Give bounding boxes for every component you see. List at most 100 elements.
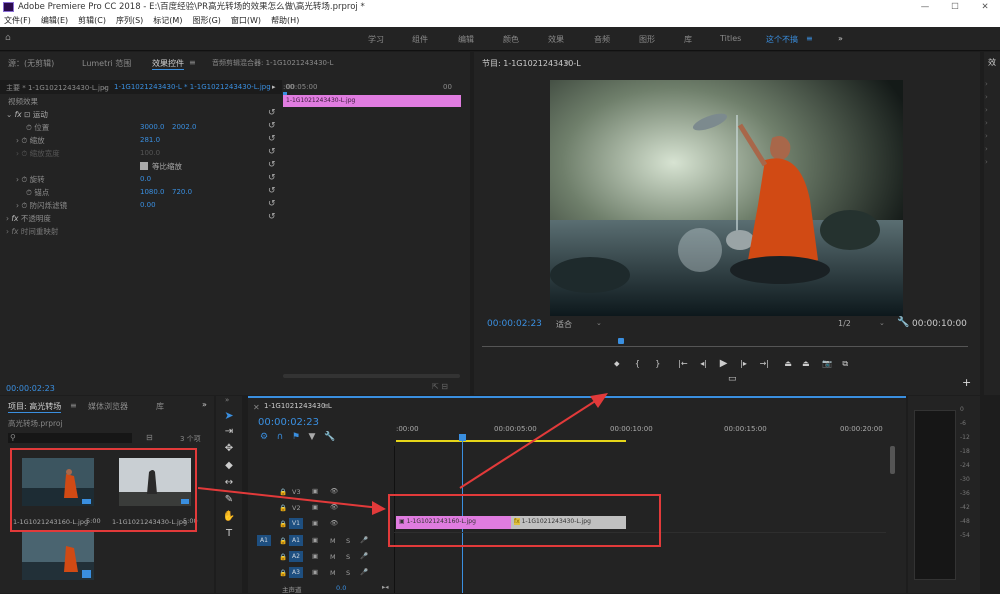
reset-icon[interactable]: ↺ bbox=[268, 173, 276, 183]
tab-source[interactable]: 源：(无剪辑) bbox=[8, 58, 54, 69]
slip-tool-icon[interactable]: ↔ bbox=[221, 477, 237, 491]
lock-icon[interactable]: 🔒 bbox=[279, 569, 287, 577]
ws-graphics[interactable]: 图形 bbox=[639, 34, 655, 45]
step-back-icon[interactable]: ◂| bbox=[700, 359, 707, 368]
effect-controls-timecode[interactable]: 00:00:02:23 bbox=[6, 384, 55, 393]
mic-icon[interactable]: 🎤 bbox=[360, 552, 368, 560]
solo-button[interactable]: S bbox=[346, 569, 350, 577]
anchor-x-value[interactable]: 1080.0 bbox=[140, 188, 165, 196]
track-label-v2[interactable]: V2 bbox=[292, 504, 301, 512]
new-bin-icon[interactable]: ⊟ bbox=[146, 433, 153, 442]
ws-more-chevron[interactable]: » bbox=[838, 34, 843, 43]
mic-icon[interactable]: 🎤 bbox=[360, 568, 368, 576]
program-menu-icon[interactable]: ≡ bbox=[564, 58, 571, 67]
tab-effect-controls[interactable]: 效果控件 bbox=[152, 58, 184, 70]
sync-lock-icon[interactable]: ▣ bbox=[312, 568, 318, 576]
project-thumbnail[interactable] bbox=[22, 532, 94, 580]
nest-icon[interactable]: ⚙ bbox=[260, 432, 268, 442]
solo-button[interactable]: S bbox=[346, 537, 350, 545]
minimize-button[interactable]: — bbox=[910, 0, 940, 14]
program-scrub-bar[interactable] bbox=[482, 346, 968, 347]
eye-icon[interactable]: 👁 bbox=[330, 519, 338, 527]
sync-lock-icon[interactable]: ▣ bbox=[312, 487, 318, 495]
reset-icon[interactable]: ↺ bbox=[268, 121, 276, 131]
ws-effects[interactable]: 效果 bbox=[548, 34, 564, 45]
track-label-a2[interactable]: A2 bbox=[289, 551, 303, 562]
sync-lock-icon[interactable]: ▣ bbox=[312, 536, 318, 544]
position-x-value[interactable]: 3000.0 bbox=[140, 123, 165, 131]
antiflicker-value[interactable]: 0.00 bbox=[140, 201, 156, 209]
tab-lumetri-scopes[interactable]: Lumetri 范围 bbox=[82, 58, 131, 69]
track-label-a3[interactable]: A3 bbox=[289, 567, 303, 578]
fit-dropdown[interactable]: 适合 bbox=[556, 319, 572, 330]
quality-chevron-icon[interactable]: ⌄ bbox=[879, 319, 885, 327]
timeline-vscroll[interactable] bbox=[890, 446, 895, 474]
wrench-icon[interactable]: 🔧 bbox=[324, 432, 335, 442]
export-icon[interactable]: ⇱ ⊟ bbox=[432, 382, 448, 391]
menu-window[interactable]: 窗口(W) bbox=[231, 14, 261, 27]
source-patch-a1[interactable]: A1 bbox=[257, 535, 271, 546]
go-to-end-icon[interactable]: ▸◂ bbox=[382, 583, 389, 591]
selection-tool-icon[interactable]: ➤ bbox=[221, 409, 237, 423]
go-to-in-icon[interactable]: |← bbox=[678, 359, 687, 368]
pen-tool-icon[interactable]: ✎ bbox=[221, 494, 237, 508]
mini-clip-bar[interactable]: 1-1G1021243430-L.jpg bbox=[283, 95, 461, 107]
extract-icon[interactable]: ⏏ bbox=[802, 359, 810, 368]
opacity-row[interactable]: › fx 不透明度 bbox=[6, 212, 51, 225]
ws-titles[interactable]: Titles bbox=[720, 34, 741, 43]
scale-value[interactable]: 281.0 bbox=[140, 136, 160, 144]
tab-libraries[interactable]: 库 bbox=[156, 401, 164, 412]
reset-icon[interactable]: ↺ bbox=[268, 134, 276, 144]
home-icon[interactable]: ⌂ bbox=[5, 33, 11, 43]
lock-icon[interactable]: 🔒 bbox=[279, 488, 287, 496]
go-to-out-icon[interactable]: →| bbox=[760, 359, 769, 368]
project-search-input[interactable] bbox=[8, 433, 132, 443]
ws-custom[interactable]: 这个不搞 bbox=[766, 34, 798, 45]
timeline-tab[interactable]: 1-1G1021243430-L bbox=[264, 402, 332, 410]
track-label-a1[interactable]: A1 bbox=[289, 535, 303, 546]
ws-libraries[interactable]: 库 bbox=[684, 34, 692, 45]
motion-row[interactable]: ⌄ fx ⊡ 运动 bbox=[6, 108, 48, 121]
reset-icon[interactable]: ↺ bbox=[268, 199, 276, 209]
timeline-menu-icon[interactable]: ≡ bbox=[323, 402, 329, 410]
ws-audio[interactable]: 音频 bbox=[594, 34, 610, 45]
fit-chevron-icon[interactable]: ⌄ bbox=[596, 319, 602, 327]
tab-menu-icon[interactable]: ≡ bbox=[189, 58, 196, 67]
position-y-value[interactable]: 2002.0 bbox=[172, 123, 197, 131]
lock-icon[interactable]: 🔒 bbox=[279, 504, 287, 512]
rotation-value[interactable]: 0.0 bbox=[140, 175, 151, 183]
compare-icon[interactable]: ⧉ bbox=[842, 359, 848, 368]
step-forward-icon[interactable]: |▸ bbox=[740, 359, 747, 368]
mini-timeline-scrollbar[interactable] bbox=[283, 374, 460, 378]
type-tool-icon[interactable]: T bbox=[221, 528, 237, 542]
uniform-scale-checkbox[interactable] bbox=[140, 162, 148, 170]
mark-in-icon[interactable]: { bbox=[635, 359, 640, 368]
menu-help[interactable]: 帮助(H) bbox=[271, 14, 299, 27]
project-menu-icon[interactable]: ≡ bbox=[70, 401, 77, 410]
tab-media-browser[interactable]: 媒体浏览器 bbox=[88, 401, 128, 412]
menu-clip[interactable]: 剪辑(C) bbox=[78, 14, 106, 27]
timeline-timecode[interactable]: 00:00:02:23 bbox=[258, 417, 319, 428]
reset-icon[interactable]: ↺ bbox=[268, 186, 276, 196]
add-button-icon[interactable]: + bbox=[962, 376, 971, 389]
time-remap-row[interactable]: › fx 时间重映射 bbox=[6, 225, 58, 238]
track-label-v3[interactable]: V3 bbox=[292, 488, 301, 496]
effects-tab[interactable]: 效 bbox=[988, 57, 996, 68]
reset-icon[interactable]: ↺ bbox=[268, 108, 276, 118]
menu-edit[interactable]: 编辑(E) bbox=[41, 14, 68, 27]
menu-marker[interactable]: 标记(M) bbox=[153, 14, 182, 27]
play-only-icon[interactable]: ▸ bbox=[272, 83, 276, 91]
track-select-tool-icon[interactable]: ⇥ bbox=[221, 426, 237, 440]
eye-icon[interactable]: 👁 bbox=[330, 503, 338, 511]
mute-button[interactable]: M bbox=[330, 553, 336, 561]
menu-sequence[interactable]: 序列(S) bbox=[116, 14, 143, 27]
safe-margins-icon[interactable]: ▭ bbox=[728, 374, 737, 384]
mute-button[interactable]: M bbox=[330, 537, 336, 545]
sync-lock-icon[interactable]: ▣ bbox=[312, 503, 318, 511]
add-marker-icon[interactable]: ▼ bbox=[309, 432, 316, 442]
tools-menu-chevron[interactable]: » bbox=[225, 396, 229, 404]
play-icon[interactable]: ▶ bbox=[720, 358, 728, 369]
add-marker-icon[interactable]: ⬥ bbox=[614, 359, 620, 368]
hand-tool-icon[interactable]: ✋ bbox=[221, 511, 237, 525]
master-volume-value[interactable]: 0.0 bbox=[336, 584, 346, 592]
